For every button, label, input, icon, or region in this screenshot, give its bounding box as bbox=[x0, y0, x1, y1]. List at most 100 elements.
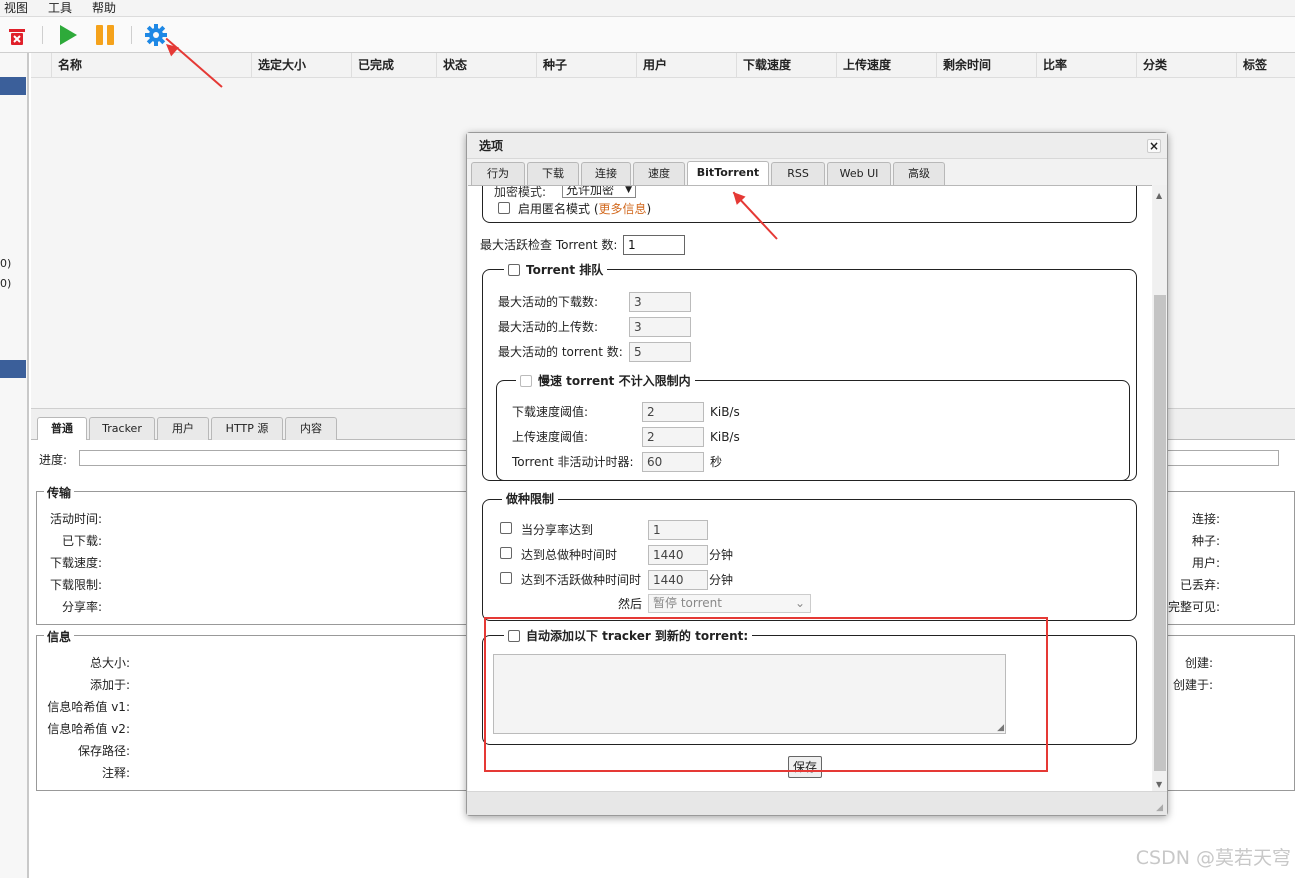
then-label: 然后 bbox=[618, 597, 643, 611]
ratio-limit-label: 当分享率达到 bbox=[521, 523, 594, 537]
scroll-up-icon[interactable]: ▲ bbox=[1156, 191, 1162, 200]
column-header[interactable]: 种子 bbox=[536, 53, 636, 78]
total-seeding-time-unit: 分钟 bbox=[709, 548, 734, 562]
ul-threshold-input[interactable]: 2 bbox=[642, 427, 704, 447]
dl-threshold-unit: KiB/s bbox=[710, 405, 740, 419]
tab-peers[interactable]: 用户 bbox=[157, 417, 209, 441]
total-seeding-time-input[interactable]: 1440 bbox=[648, 545, 708, 565]
inactive-seeding-time-label: 达到不活跃做种时间时 bbox=[521, 573, 642, 587]
torrent-table-header: 名称 选定大小 已完成 状态 种子 用户 下载速度 上传速度 剩余时间 比率 分… bbox=[31, 53, 1295, 78]
tab-connection[interactable]: 连接 bbox=[581, 162, 631, 185]
max-torrents-label: 最大活动的 torrent 数: bbox=[498, 345, 623, 359]
max-torrents-input[interactable]: 5 bbox=[629, 342, 691, 362]
scrollbar-thumb[interactable] bbox=[1154, 295, 1166, 771]
max-active-checking-label: 最大活跃检查 Torrent 数: bbox=[480, 238, 618, 252]
sidebar-count[interactable]: 0) bbox=[0, 257, 11, 270]
total-seeding-time-checkbox[interactable] bbox=[500, 547, 512, 559]
sidebar-selected-item[interactable] bbox=[0, 360, 26, 378]
info-hash-v2-label: 信息哈希值 v2: bbox=[47, 722, 130, 736]
menu-view[interactable]: 视图 bbox=[4, 0, 28, 16]
queueing-legend: Torrent 排队 bbox=[504, 263, 608, 277]
comment-label: 注释: bbox=[101, 766, 130, 780]
anonymous-mode-label: 启用匿名模式 (更多信息) bbox=[518, 202, 651, 216]
save-path-label: 保存路径: bbox=[77, 744, 130, 758]
ul-threshold-unit: KiB/s bbox=[710, 430, 740, 444]
scroll-down-icon[interactable]: ▼ bbox=[1156, 780, 1162, 789]
pause-icon[interactable] bbox=[94, 24, 116, 46]
column-header[interactable]: 名称 bbox=[51, 53, 253, 78]
active-time-label: 活动时间: bbox=[49, 512, 102, 526]
max-uploads-input[interactable]: 3 bbox=[629, 317, 691, 337]
column-header[interactable]: 比率 bbox=[1036, 53, 1136, 78]
anonymous-mode-suffix: ) bbox=[646, 202, 652, 216]
ratio-limit-checkbox[interactable] bbox=[500, 522, 512, 534]
transfer-legend: 传输 bbox=[44, 484, 75, 501]
more-info-link[interactable]: 更多信息 bbox=[599, 202, 647, 216]
sidebar-selected-item[interactable] bbox=[0, 77, 26, 95]
column-header[interactable]: 状态 bbox=[436, 53, 536, 78]
trash-icon[interactable] bbox=[6, 25, 28, 47]
inactive-timer-unit: 秒 bbox=[710, 455, 723, 469]
tab-bittorrent[interactable]: BitTorrent bbox=[687, 161, 769, 186]
tab-tracker[interactable]: Tracker bbox=[89, 417, 155, 441]
tab-http-sources[interactable]: HTTP 源 bbox=[211, 417, 283, 441]
watermark: CSDN @莫若天穹 bbox=[1135, 847, 1291, 869]
anonymous-mode-text: 启用匿名模式 ( bbox=[518, 202, 599, 216]
column-header[interactable]: 下载速度 bbox=[736, 53, 836, 78]
dl-threshold-input[interactable]: 2 bbox=[642, 402, 704, 422]
inactive-timer-input[interactable]: 60 bbox=[642, 452, 704, 472]
play-icon[interactable] bbox=[57, 24, 79, 46]
tab-behavior[interactable]: 行为 bbox=[471, 162, 525, 185]
column-header[interactable]: 分类 bbox=[1136, 53, 1236, 78]
slow-torrents-checkbox[interactable] bbox=[520, 375, 532, 387]
total-size-label: 总大小: bbox=[89, 656, 130, 670]
column-header[interactable]: 标签 bbox=[1236, 53, 1295, 78]
chevron-down-icon: ⌄ bbox=[794, 596, 805, 610]
highlight-box bbox=[484, 617, 1048, 772]
ratio-limit-input[interactable]: 1 bbox=[648, 520, 708, 540]
menu-bar: 视图 工具 帮助 bbox=[0, 0, 1295, 17]
gear-icon[interactable] bbox=[145, 24, 167, 46]
anonymous-mode-checkbox[interactable] bbox=[498, 202, 510, 214]
ul-threshold-label: 上传速度阈值: bbox=[512, 430, 589, 444]
tab-downloads[interactable]: 下载 bbox=[527, 162, 579, 185]
encryption-mode-value: 允许加密 bbox=[566, 185, 615, 197]
download-limit-label: 下载限制: bbox=[49, 578, 102, 592]
close-icon[interactable]: × bbox=[1147, 139, 1161, 153]
info-hash-v1-label: 信息哈希值 v1: bbox=[47, 700, 130, 714]
max-downloads-input[interactable]: 3 bbox=[629, 292, 691, 312]
dialog-scrollbar[interactable]: ▲ ▼ bbox=[1153, 185, 1167, 791]
tab-content[interactable]: 内容 bbox=[285, 417, 337, 441]
max-active-checking-input[interactable]: 1 bbox=[623, 235, 685, 255]
seeding-limits-legend: 做种限制 bbox=[502, 492, 559, 506]
sidebar-count[interactable]: 0) bbox=[0, 277, 11, 290]
tab-advanced[interactable]: 高级 bbox=[893, 162, 945, 185]
queueing-checkbox[interactable] bbox=[508, 264, 520, 276]
column-header[interactable]: 剩余时间 bbox=[936, 53, 1036, 78]
then-action-value: 暂停 torrent bbox=[653, 596, 722, 610]
tab-rss[interactable]: RSS bbox=[771, 162, 825, 185]
inactive-seeding-time-input[interactable]: 1440 bbox=[648, 570, 708, 590]
menu-help[interactable]: 帮助 bbox=[92, 0, 116, 16]
tab-speed[interactable]: 速度 bbox=[633, 162, 685, 185]
chevron-down-icon: ▼ bbox=[625, 185, 632, 195]
tab-general[interactable]: 普通 bbox=[37, 417, 87, 442]
slow-torrents-legend-text: 慢速 torrent 不计入限制内 bbox=[538, 374, 691, 388]
column-header[interactable]: 上传速度 bbox=[836, 53, 936, 78]
tab-webui[interactable]: Web UI bbox=[827, 162, 891, 185]
then-action-select[interactable]: 暂停 torrent ⌄ bbox=[648, 594, 811, 613]
downloaded-label: 已下载: bbox=[61, 534, 102, 548]
dialog-title[interactable]: 选项 bbox=[467, 133, 1167, 159]
menu-tools[interactable]: 工具 bbox=[48, 0, 72, 16]
inactive-seeding-time-checkbox[interactable] bbox=[500, 572, 512, 584]
queueing-legend-text: Torrent 排队 bbox=[526, 263, 604, 277]
inactive-seeding-time-unit: 分钟 bbox=[709, 573, 734, 587]
inactive-timer-label: Torrent 非活动计时器: bbox=[512, 455, 634, 469]
encryption-mode-select[interactable]: 允许加密 ▼ bbox=[562, 185, 636, 198]
column-header[interactable]: 选定大小 bbox=[251, 53, 351, 78]
dialog-resize-icon[interactable]: ◢ bbox=[1156, 803, 1163, 813]
share-ratio-label: 分享率: bbox=[61, 600, 102, 614]
column-header[interactable]: 已完成 bbox=[351, 53, 436, 78]
column-header[interactable]: 用户 bbox=[636, 53, 736, 78]
dl-threshold-label: 下载速度阈值: bbox=[512, 405, 589, 419]
